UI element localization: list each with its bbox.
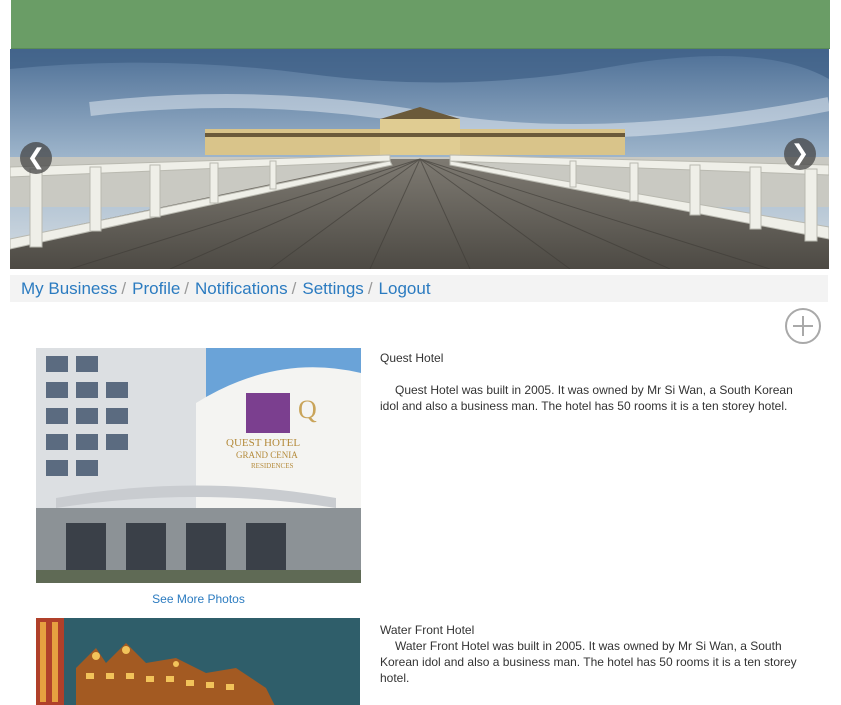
svg-text:RESIDENCES: RESIDENCES <box>251 462 294 470</box>
hotel-name: Water Front Hotel <box>380 623 475 637</box>
nav-item-notifications: Notifications / <box>195 279 302 299</box>
nav-item-settings: Settings / <box>302 279 378 299</box>
carousel-prev-button[interactable]: ❮ <box>20 142 52 174</box>
svg-text:Q: Q <box>298 395 317 424</box>
nav-link-notifications[interactable]: Notifications <box>195 279 288 299</box>
carousel-slide-pier <box>10 49 829 269</box>
nav-separator: / <box>367 278 373 298</box>
hotel-photo-quest[interactable]: Q QUEST HOTEL GRAND CENIA RESIDENCES <box>36 348 361 583</box>
breadcrumb-nav: My Business / Profile / Notifications / … <box>10 275 828 302</box>
nav-separator: / <box>184 278 190 298</box>
add-business-button[interactable] <box>785 308 821 344</box>
nav-item-logout: Logout <box>379 279 431 299</box>
chevron-right-icon: ❯ <box>790 141 810 166</box>
svg-text:QUEST HOTEL: QUEST HOTEL <box>226 437 300 449</box>
image-carousel: ❮ ❯ <box>10 49 829 269</box>
nav-link-my-business[interactable]: My Business <box>21 279 117 299</box>
water-front-hotel-image <box>36 618 360 705</box>
quest-hotel-image: Q QUEST HOTEL GRAND CENIA RESIDENCES <box>36 348 361 583</box>
nav-separator: / <box>291 278 297 298</box>
nav-separator: / <box>121 278 127 298</box>
hotel-name: Quest Hotel <box>380 351 444 365</box>
see-more-photos-link[interactable]: See More Photos <box>36 592 361 606</box>
hotel-description: Water Front Hotel was built in 2005. It … <box>380 639 797 685</box>
nav-item-profile: Profile / <box>132 279 195 299</box>
nav-link-logout[interactable]: Logout <box>379 279 431 299</box>
nav-link-settings[interactable]: Settings <box>302 279 363 299</box>
hotel-description: Quest Hotel was built in 2005. It was ow… <box>380 383 793 413</box>
nav-item-my-business: My Business / <box>21 279 132 299</box>
nav-link-profile[interactable]: Profile <box>132 279 180 299</box>
carousel-next-button[interactable]: ❯ <box>784 138 816 170</box>
svg-text:GRAND CENIA: GRAND CENIA <box>236 450 298 460</box>
hotel-photo-water-front[interactable] <box>36 618 360 705</box>
chevron-left-icon: ❮ <box>26 145 46 170</box>
header-bar <box>11 0 830 49</box>
